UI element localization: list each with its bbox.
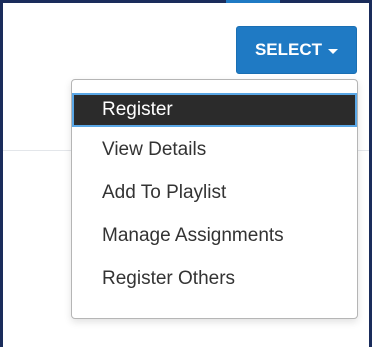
section-divider-right	[357, 150, 369, 151]
menu-item-view-details[interactable]: View Details	[72, 129, 357, 171]
caret-down-icon	[328, 48, 339, 54]
select-button-label: SELECT	[254, 40, 323, 59]
menu-item-label: Register	[102, 99, 173, 120]
menu-item-register-others[interactable]: Register Others	[72, 258, 357, 300]
top-accent-strip	[226, 0, 280, 3]
select-dropdown-button[interactable]: SELECT	[236, 26, 357, 74]
section-divider-left	[3, 150, 72, 151]
menu-item-manage-assignments[interactable]: Manage Assignments	[72, 215, 357, 257]
menu-item-label: Manage Assignments	[102, 225, 284, 246]
menu-item-add-to-playlist[interactable]: Add To Playlist	[72, 172, 357, 214]
menu-item-label: View Details	[102, 139, 207, 160]
select-dropdown-menu: Register View Details Add To Playlist Ma…	[71, 79, 358, 319]
menu-item-register[interactable]: Register	[72, 93, 357, 127]
menu-item-label: Register Others	[102, 268, 236, 289]
menu-item-label: Add To Playlist	[102, 182, 227, 203]
